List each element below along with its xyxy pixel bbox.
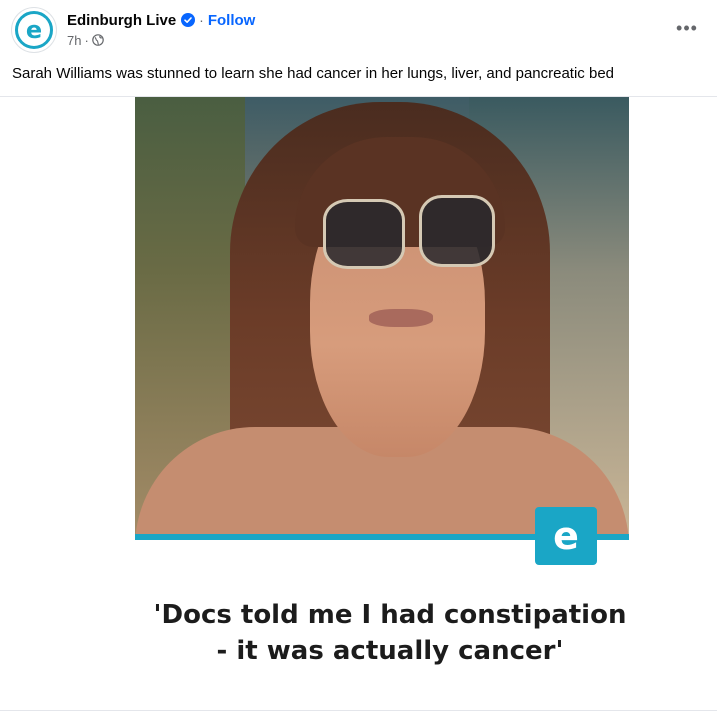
more-options-button[interactable]: ••• [673,14,701,42]
post-timestamp[interactable]: 7h [67,33,81,48]
follow-button[interactable]: Follow [208,12,256,29]
photo-sunglasses-right-lens [419,195,495,267]
verified-badge-icon [181,13,196,27]
name-separator: · [199,12,204,28]
photo-sunglasses-left-lens [323,199,405,269]
name-row: Edinburgh Live · Follow [67,10,255,30]
post-meta: 7h · [67,32,104,48]
photo-lips [369,309,433,327]
page-name-link[interactable]: Edinburgh Live [67,12,176,29]
post-divider [0,710,717,711]
avatar-logo-letter: e [18,14,50,46]
headline-line-2: - it was actually cancer' [216,636,564,666]
woman-sunglasses-photo [135,97,629,534]
meta-separator: · [84,32,89,48]
article-headline: 'Docs told me I had constipation - it wa… [150,597,630,669]
headline-line-1: 'Docs told me I had constipation [153,600,627,630]
more-options-icon: ••• [676,18,698,38]
globe-icon[interactable] [92,34,104,46]
post-caption: Sarah Williams was stunned to learn she … [12,65,614,82]
post-header: e Edinburgh Live · Follow 7h · ••• [12,8,705,56]
brand-logo-tile: e [535,507,597,565]
page-avatar[interactable]: e [12,8,56,52]
facebook-post: e Edinburgh Live · Follow 7h · ••• Sarah… [0,0,717,721]
brand-logo-letter: e [553,514,579,558]
post-media[interactable]: e 'Docs told me I had constipation - it … [0,96,717,708]
